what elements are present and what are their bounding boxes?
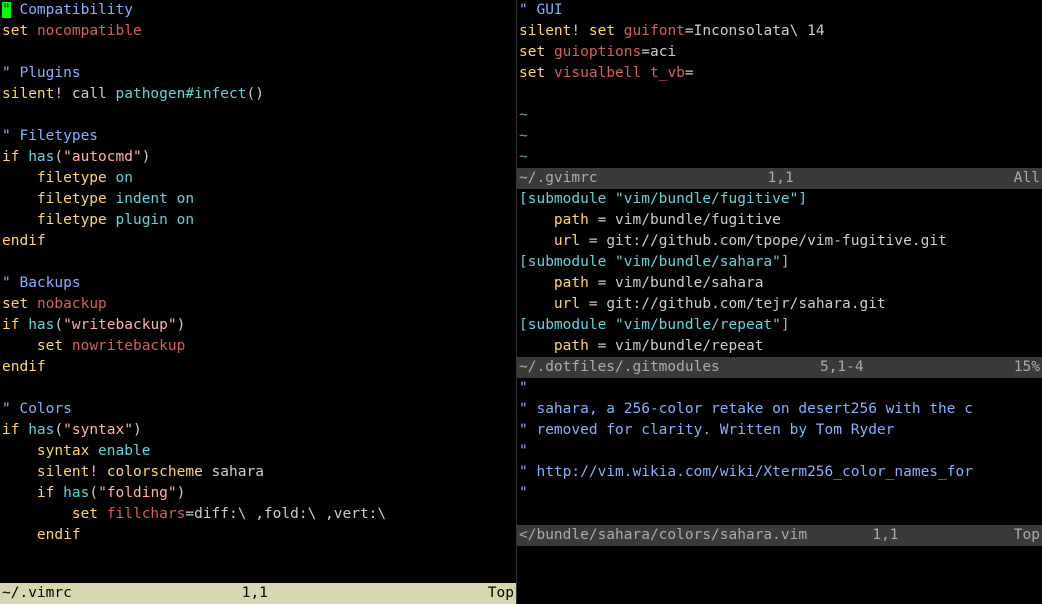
code-line[interactable]: filetype indent on <box>2 189 514 210</box>
code-line[interactable]: [submodule "vim/bundle/sahara"] <box>519 252 1040 273</box>
code-line[interactable] <box>2 378 514 399</box>
code-line[interactable]: ~ <box>519 126 1040 147</box>
right-pane-gvimrc[interactable]: " GUIsilent! set guifont=Inconsolata\ 14… <box>517 0 1042 189</box>
code-line[interactable] <box>519 504 1040 525</box>
code-line[interactable]: if has("writebackup") <box>2 315 514 336</box>
gvimrc-scroll: All <box>1014 168 1040 189</box>
code-line[interactable]: url = git://github.com/tpope/vim-fugitiv… <box>519 231 1040 252</box>
code-line[interactable]: silent! colorscheme sahara <box>2 462 514 483</box>
code-line[interactable]: silent! set guifont=Inconsolata\ 14 <box>519 21 1040 42</box>
code-line[interactable] <box>2 105 514 126</box>
left-scroll: Top <box>488 583 514 604</box>
code-line[interactable]: " Filetypes <box>2 126 514 147</box>
code-line[interactable]: set nocompatible <box>2 21 514 42</box>
right-pane[interactable]: " GUIsilent! set guifont=Inconsolata\ 14… <box>517 0 1042 604</box>
code-line[interactable]: ~ <box>519 147 1040 168</box>
code-line[interactable]: " removed for clarity. Written by Tom Ry… <box>519 420 1040 441</box>
code-line[interactable]: set nowritebackup <box>2 336 514 357</box>
code-line[interactable]: endif <box>2 357 514 378</box>
code-line[interactable]: if has("syntax") <box>2 420 514 441</box>
code-line[interactable]: syntax enable <box>2 441 514 462</box>
sahara-scroll: Top <box>1014 525 1040 546</box>
code-line[interactable]: set guioptions=aci <box>519 42 1040 63</box>
code-line[interactable]: url = git://github.com/tejr/sahara.git <box>519 294 1040 315</box>
code-line[interactable]: " http://vim.wikia.com/wiki/Xterm256_col… <box>519 462 1040 483</box>
gitmodules-editor[interactable]: [submodule "vim/bundle/fugitive"] path =… <box>517 189 1042 357</box>
code-line[interactable]: silent! call pathogen#infect() <box>2 84 514 105</box>
left-filename: ~/.vimrc <box>2 583 72 604</box>
code-line[interactable]: " GUI <box>519 0 1040 21</box>
gvimrc-statusbar: ~/.gvimrc 1,1 All <box>517 168 1042 189</box>
sahara-cursor-pos: 1,1 <box>872 525 948 546</box>
sahara-statusbar: </bundle/sahara/colors/sahara.vim 1,1 To… <box>517 525 1042 546</box>
gitmodules-scroll: 15% <box>1014 357 1040 378</box>
code-line[interactable]: " Plugins <box>2 63 514 84</box>
left-statusbar: ~/.vimrc 1,1 Top <box>0 583 516 604</box>
gvimrc-cursor-pos: 1,1 <box>768 168 844 189</box>
code-line[interactable]: ~ <box>519 105 1040 126</box>
code-line[interactable] <box>2 252 514 273</box>
code-line[interactable]: " <box>519 378 1040 399</box>
code-line[interactable]: set fillchars=diff:\ ,fold:\ ,vert:\ <box>2 504 514 525</box>
gitmodules-cursor-pos: 5,1-4 <box>820 357 914 378</box>
right-pane-sahara[interactable]: "" sahara, a 256-color retake on desert2… <box>517 378 1042 604</box>
cursor: " <box>2 2 11 18</box>
code-line[interactable]: path = vim/bundle/fugitive <box>519 210 1040 231</box>
code-line[interactable]: [submodule "vim/bundle/fugitive"] <box>519 189 1040 210</box>
code-line[interactable]: " sahara, a 256-color retake on desert25… <box>519 399 1040 420</box>
code-line[interactable]: path = vim/bundle/repeat <box>519 336 1040 357</box>
code-line[interactable]: if has("folding") <box>2 483 514 504</box>
left-editor[interactable]: " Compatibilityset nocompatible " Plugin… <box>0 0 516 546</box>
code-line[interactable] <box>2 42 514 63</box>
code-line[interactable]: " Backups <box>2 273 514 294</box>
gvimrc-editor[interactable]: " GUIsilent! set guifont=Inconsolata\ 14… <box>517 0 1042 168</box>
left-cursor-pos: 1,1 <box>242 583 318 604</box>
code-line[interactable]: set nobackup <box>2 294 514 315</box>
code-line[interactable]: if has("autocmd") <box>2 147 514 168</box>
sahara-editor[interactable]: "" sahara, a 256-color retake on desert2… <box>517 378 1042 525</box>
code-line[interactable]: endif <box>2 525 514 546</box>
code-line[interactable]: endif <box>2 231 514 252</box>
gitmodules-filename: ~/.dotfiles/.gitmodules <box>519 357 720 378</box>
code-line[interactable]: [submodule "vim/bundle/repeat"] <box>519 315 1040 336</box>
gvimrc-filename: ~/.gvimrc <box>519 168 598 189</box>
code-line[interactable] <box>519 84 1040 105</box>
code-line[interactable]: filetype plugin on <box>2 210 514 231</box>
code-line[interactable]: filetype on <box>2 168 514 189</box>
code-line[interactable]: " Compatibility <box>2 0 514 21</box>
code-line[interactable]: " <box>519 483 1040 504</box>
left-pane[interactable]: " Compatibilityset nocompatible " Plugin… <box>0 0 517 604</box>
code-line[interactable]: set visualbell t_vb= <box>519 63 1040 84</box>
code-line[interactable]: " Colors <box>2 399 514 420</box>
code-line[interactable]: path = vim/bundle/sahara <box>519 273 1040 294</box>
gitmodules-statusbar: ~/.dotfiles/.gitmodules 5,1-4 15% <box>517 357 1042 378</box>
code-line[interactable]: " <box>519 441 1040 462</box>
sahara-filename: </bundle/sahara/colors/sahara.vim <box>519 525 807 546</box>
right-pane-gitmodules[interactable]: [submodule "vim/bundle/fugitive"] path =… <box>517 189 1042 378</box>
